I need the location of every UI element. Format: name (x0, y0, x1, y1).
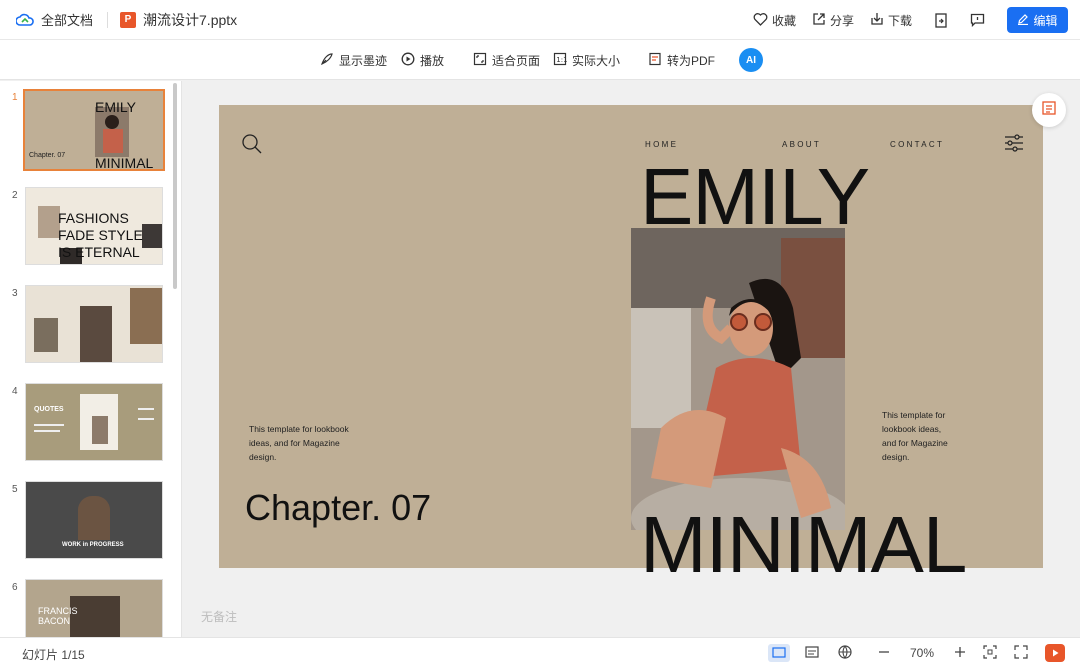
fit-window-icon[interactable] (982, 644, 998, 660)
download-icon (870, 12, 888, 29)
thumbnail-number: 3 (12, 288, 18, 299)
svg-text:1:1: 1:1 (556, 56, 567, 64)
thumbnail-slide-2[interactable]: FASHIONS FADE STYLE IS ETERNAL (25, 187, 163, 265)
divider (107, 11, 109, 28)
thumbnail-number: 2 (12, 190, 18, 201)
thumbnail-number: 4 (12, 386, 18, 397)
slide-canvas-area[interactable]: HOME ABOUT CONTACT EMILY MINIMAL This te… (182, 81, 1080, 637)
slideshow-play-icon[interactable] (1045, 644, 1065, 662)
slide-left-text: This template for lookbook ideas, and fo… (249, 424, 349, 462)
top-bar: 全部文档 P 潮流设计7.pptx 收藏 分享 下载 编辑 (0, 0, 1080, 40)
ai-icon: AI (746, 54, 756, 66)
thumbnail-photo (34, 318, 58, 352)
download-label: 下载 (887, 13, 912, 28)
zoom-in-icon[interactable] (952, 644, 968, 660)
thumbnail-text: FASHIONS FADE STYLE IS ETERNAL (58, 210, 143, 260)
to-pdf-label: 转为PDF (667, 54, 716, 68)
file-name: 潮流设计7.pptx (143, 11, 238, 28)
fullscreen-icon[interactable] (1013, 644, 1029, 660)
play-button[interactable]: 播放 (401, 52, 444, 69)
thumbnail-scrollbar[interactable] (173, 83, 177, 289)
thumbnail-title: EMILY (95, 99, 136, 115)
play-icon (401, 52, 420, 69)
favorite-button[interactable]: 收藏 (753, 12, 796, 29)
fit-page-icon (473, 52, 492, 69)
zoom-level[interactable]: 70% (910, 646, 934, 660)
thumbnail-text: QUOTES (34, 406, 64, 413)
show-ink-button[interactable]: 显示墨迹 (320, 52, 387, 69)
thumbnail-slide-6[interactable]: FRANCIS BACON (25, 579, 163, 637)
share-icon (812, 12, 830, 29)
edit-label: 编辑 (1033, 13, 1058, 28)
heart-icon (753, 12, 772, 29)
current-slide[interactable]: HOME ABOUT CONTACT EMILY MINIMAL This te… (219, 105, 1043, 585)
view-toolbar: 显示墨迹 播放 适合页面 1:1 实际大小 转为PDF (0, 40, 1080, 80)
to-pdf-button[interactable]: 转为PDF (648, 52, 715, 69)
thumbnail-text: FRANCIS BACON (38, 606, 78, 626)
notes-panel-button[interactable] (1032, 93, 1066, 127)
play-label: 播放 (420, 54, 445, 68)
all-docs-link[interactable]: 全部文档 (41, 10, 93, 29)
slide-right-text: This template for lookbook ideas, and fo… (882, 410, 948, 462)
notes-view-icon[interactable] (804, 644, 820, 660)
slide-title-emily: EMILY (640, 152, 870, 241)
model-photo (631, 228, 845, 530)
slide-thumbnail-panel[interactable]: 1 EMILY MINIMAL Chapter. 07 2 FASHIONS F… (0, 81, 182, 637)
thumbnail-photo (78, 496, 110, 540)
document-icon (1041, 100, 1057, 121)
thumbnail-photo (130, 288, 162, 344)
cloud-icon[interactable] (16, 11, 34, 29)
slide-nav-contact: CONTACT (890, 140, 945, 149)
show-ink-label: 显示墨迹 (339, 54, 388, 68)
share-label: 分享 (829, 13, 854, 28)
settings-sliders-icon (1003, 133, 1025, 158)
zoom-out-icon[interactable] (876, 644, 892, 660)
download-button[interactable]: 下载 (870, 12, 912, 29)
fit-page-label: 适合页面 (492, 54, 541, 68)
pencil-icon (1017, 13, 1033, 28)
thumbnail-number: 6 (12, 582, 18, 593)
favorite-label: 收藏 (771, 13, 796, 28)
pptx-file-icon: P (120, 11, 137, 28)
slide-counter: 幻灯片 1/15 (22, 648, 85, 662)
actual-size-icon: 1:1 (553, 52, 572, 69)
thumbnail-slide-1[interactable]: EMILY MINIMAL Chapter. 07 (23, 89, 165, 171)
fit-page-button[interactable]: 适合页面 (473, 52, 540, 69)
search-icon (241, 133, 263, 160)
globe-icon[interactable] (837, 644, 853, 660)
thumbnail-number: 1 (12, 92, 18, 103)
thumbnail-photo (38, 206, 60, 238)
thumbnail-slide-5[interactable]: WORK in PROGRESS (25, 481, 163, 559)
slide-title-minimal: MINIMAL (640, 500, 967, 589)
pdf-icon (648, 52, 667, 69)
thumbnail-text: WORK in PROGRESS (62, 542, 124, 548)
pen-icon (320, 52, 339, 69)
thumbnail-photo (80, 394, 118, 450)
slide-nav-home: HOME (645, 140, 679, 149)
edit-button[interactable]: 编辑 (1007, 7, 1068, 33)
ai-assistant-button[interactable]: AI (739, 48, 763, 72)
share-button[interactable]: 分享 (812, 12, 854, 29)
slide-nav-about: ABOUT (782, 140, 822, 149)
thumbnail-caption: Chapter. 07 (29, 152, 66, 159)
actual-size-label: 实际大小 (572, 54, 621, 68)
notes-placeholder[interactable]: 无备注 (201, 608, 237, 625)
actual-size-button[interactable]: 1:1 实际大小 (553, 52, 620, 69)
slide-chapter-label: Chapter. 07 (245, 487, 432, 528)
export-icon[interactable] (934, 12, 948, 28)
status-bar: 幻灯片 1/15 70% (0, 637, 1080, 666)
thumbnail-number: 5 (12, 484, 18, 495)
normal-view-icon[interactable] (768, 644, 790, 662)
thumbnail-photo (80, 306, 112, 362)
thumbnail-slide-3[interactable] (25, 285, 163, 363)
comment-icon[interactable] (970, 13, 985, 27)
thumbnail-subtitle: MINIMAL (95, 155, 154, 171)
thumbnail-slide-4[interactable]: QUOTES (25, 383, 163, 461)
